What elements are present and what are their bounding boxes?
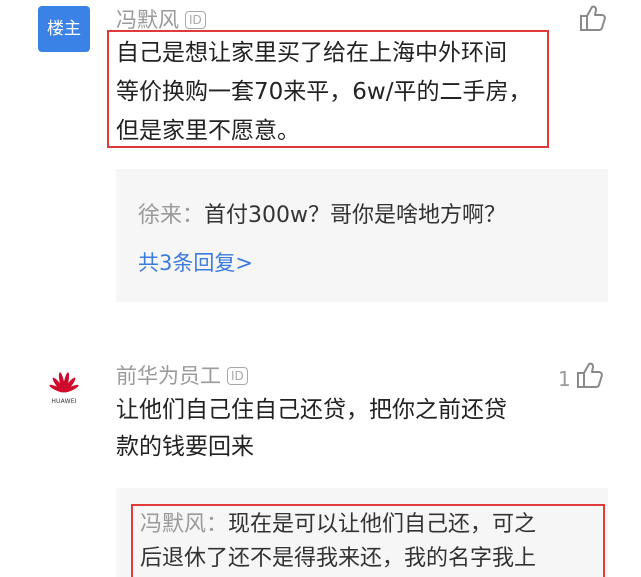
id-badge: ID	[185, 11, 206, 29]
reply-author[interactable]: 冯默风	[140, 512, 206, 537]
comment1-line: 等价换购一套70来平，6w/平的二手房，	[116, 79, 532, 105]
comment1-username[interactable]: 冯默风	[116, 8, 179, 32]
huawei-brand-text: HUAWEI	[51, 398, 77, 405]
like-count: 1	[558, 367, 571, 391]
reply-text: 现在是可以让他们自己还，可之	[228, 512, 537, 537]
reply-author[interactable]: 徐来	[138, 203, 182, 228]
id-badge: ID	[227, 367, 248, 385]
comment2-line: 款的钱要回来	[116, 434, 254, 460]
comment1-line: 自己是想让家里买了给在上海中外环间	[116, 40, 507, 66]
thumbs-up-icon	[578, 3, 608, 33]
reply-separator: ：	[206, 512, 229, 537]
huawei-avatar[interactable]: HUAWEI	[38, 368, 90, 408]
more-replies-link[interactable]: 共3条回复>	[138, 247, 253, 277]
comment2-line: 让他们自己住自己还贷，把你之前还贷	[116, 397, 507, 423]
comment2-body: 让他们自己住自己还贷，把你之前还贷 款的钱要回来	[116, 392, 546, 466]
comment1-body: 自己是想让家里买了给在上海中外环间 等价换购一套70来平，6w/平的二手房， 但…	[116, 34, 546, 151]
thumbs-up-icon	[575, 360, 605, 390]
huawei-logo-icon	[38, 368, 90, 398]
comment2-like-button[interactable]: 1	[558, 359, 605, 391]
comment1-like-button[interactable]	[578, 3, 608, 33]
comment1-line: 但是家里不愿意。	[116, 118, 300, 144]
comment1-reply-panel: 徐来：首付300w？哥你是啥地方啊？ 共3条回复>	[116, 169, 608, 302]
reply-item[interactable]: 徐来：首付300w？哥你是啥地方啊？	[138, 196, 506, 236]
comment2-username-row: 前华为员工 ID	[116, 360, 248, 390]
comment2-username[interactable]: 前华为员工	[116, 364, 221, 388]
reply-item[interactable]: 冯默风：现在是可以让他们自己还，可之 后退休了还不是得我来还，我的名字我上	[140, 508, 602, 576]
reply-separator: ：	[182, 203, 205, 228]
op-badge-avatar[interactable]: 楼主	[38, 6, 90, 52]
reply-text-continued: 后退休了还不是得我来还，我的名字我上	[140, 546, 537, 571]
reply-text: 首付300w？哥你是啥地方啊？	[204, 203, 507, 228]
